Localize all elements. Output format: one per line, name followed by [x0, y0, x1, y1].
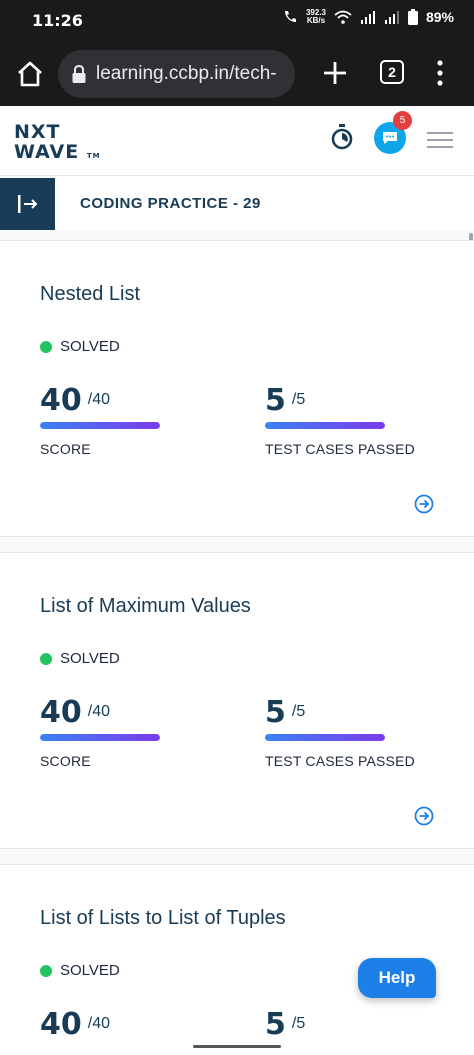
- chat-icon: [383, 132, 397, 144]
- score-total: /40: [87, 1015, 110, 1032]
- battery-percent: 89%: [425, 9, 454, 25]
- score-progress-bar: [40, 734, 160, 741]
- open-arrow-icon[interactable]: [414, 806, 434, 826]
- practice-card[interactable]: Nested List SOLVED 40/40 SCORE 5/5 TEST …: [0, 240, 474, 537]
- home-icon[interactable]: [14, 58, 46, 90]
- card-title: List of Maximum Values: [40, 595, 251, 617]
- tests-value: 5: [265, 695, 286, 730]
- score-total: /40: [87, 391, 110, 408]
- status-text: SOLVED: [60, 962, 120, 979]
- score-value: 40: [40, 695, 82, 730]
- url-bar[interactable]: learning.ccbp.in/tech-: [58, 50, 295, 98]
- wifi-icon: [334, 10, 352, 24]
- score-value: 40: [40, 1007, 82, 1042]
- solved-dot-icon: [40, 340, 52, 353]
- stopwatch-icon[interactable]: [330, 124, 354, 150]
- tests-metric: 5/5: [265, 695, 305, 730]
- tests-progress-bar: [265, 422, 385, 429]
- tests-value: 5: [265, 383, 286, 418]
- tab-switcher-button[interactable]: 2: [380, 60, 404, 84]
- signal-icon-2: [384, 11, 399, 24]
- tests-value: 5: [265, 1007, 286, 1042]
- card-title: List of Lists to List of Tuples: [40, 907, 286, 929]
- status-row: SOLVED: [40, 338, 120, 355]
- help-button[interactable]: Help: [358, 958, 436, 998]
- solved-dot-icon: [40, 964, 52, 977]
- hamburger-menu-icon[interactable]: [427, 130, 453, 150]
- tests-metric: 5/5: [265, 1007, 305, 1042]
- tests-total: /5: [291, 391, 306, 408]
- status-text: SOLVED: [60, 338, 120, 355]
- nxtwave-logo[interactable]: NXT WAVE TM: [14, 122, 104, 166]
- score-label: SCORE: [40, 441, 91, 457]
- url-text: learning.ccbp.in/tech-: [96, 63, 277, 84]
- sidebar-toggle-button[interactable]: [0, 178, 55, 230]
- practice-card[interactable]: List of Maximum Values SOLVED 40/40 SCOR…: [0, 552, 474, 849]
- open-arrow-icon[interactable]: [414, 494, 434, 514]
- score-metric: 40/40: [40, 1007, 110, 1042]
- status-row: SOLVED: [40, 650, 120, 667]
- browser-toolbar: learning.ccbp.in/tech- 2: [0, 42, 474, 106]
- gesture-bar[interactable]: [193, 1045, 281, 1048]
- course-bar: CODING PRACTICE - 29: [0, 178, 474, 230]
- status-time: 11:26: [32, 11, 83, 30]
- status-bar: 11:26 392.3 KB/s 89%: [0, 0, 474, 42]
- signal-icon: [360, 11, 375, 24]
- more-options-icon[interactable]: [434, 58, 446, 88]
- tests-label: TEST CASES PASSED: [265, 441, 415, 457]
- lock-icon: [72, 65, 86, 83]
- new-tab-icon[interactable]: [318, 56, 352, 90]
- status-icons: 392.3 KB/s 89%: [282, 9, 454, 25]
- tests-total: /5: [291, 1015, 306, 1032]
- status-text: SOLVED: [60, 650, 120, 667]
- tests-progress-bar: [265, 734, 385, 741]
- score-metric: 40/40: [40, 383, 110, 418]
- score-label: SCORE: [40, 753, 91, 769]
- call-icon: [284, 11, 296, 22]
- course-title: CODING PRACTICE - 29: [80, 195, 261, 212]
- score-metric: 40/40: [40, 695, 110, 730]
- score-value: 40: [40, 383, 82, 418]
- status-row: SOLVED: [40, 962, 120, 979]
- notification-badge: 5: [393, 111, 412, 130]
- tests-label: TEST CASES PASSED: [265, 753, 415, 769]
- battery-icon: [407, 9, 418, 25]
- score-total: /40: [87, 703, 110, 720]
- tests-total: /5: [291, 703, 306, 720]
- expand-sidebar-icon: [17, 195, 37, 213]
- score-progress-bar: [40, 422, 160, 429]
- solved-dot-icon: [40, 652, 52, 665]
- net-speed: 392.3 KB/s: [305, 8, 326, 25]
- tests-metric: 5/5: [265, 383, 305, 418]
- practice-list[interactable]: Nested List SOLVED 40/40 SCORE 5/5 TEST …: [0, 230, 474, 1055]
- card-title: Nested List: [40, 283, 141, 305]
